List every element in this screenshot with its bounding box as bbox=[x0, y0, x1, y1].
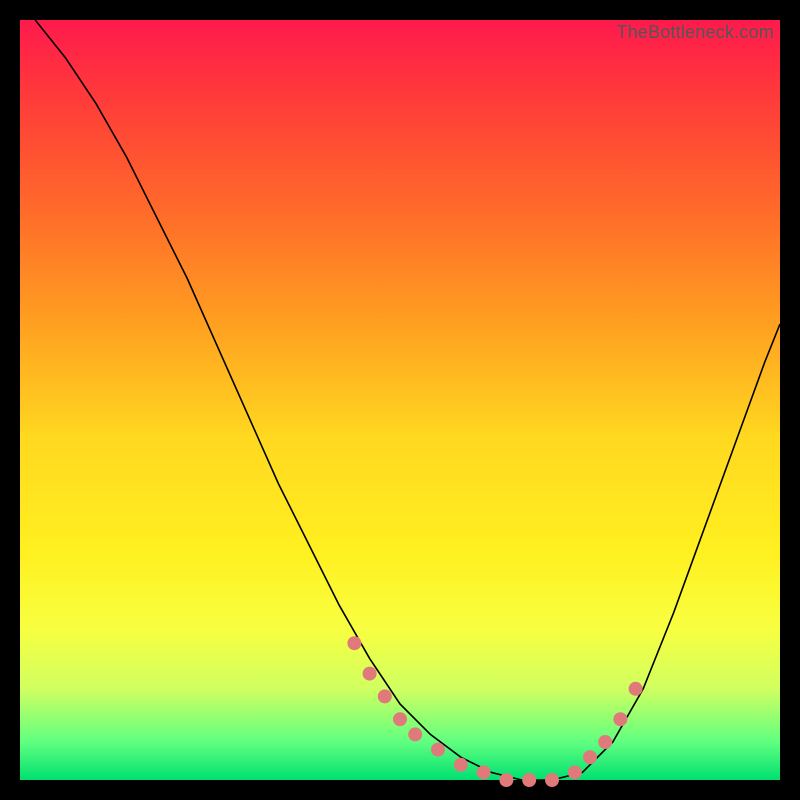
highlight-dot bbox=[522, 773, 536, 787]
highlight-dot bbox=[393, 712, 407, 726]
plot-area: TheBottleneck.com bbox=[20, 20, 780, 780]
highlight-dot bbox=[454, 758, 468, 772]
highlight-dot bbox=[568, 765, 582, 779]
chart-svg bbox=[20, 20, 780, 780]
highlight-dot bbox=[545, 773, 559, 787]
highlight-dot bbox=[477, 765, 491, 779]
highlight-dot bbox=[613, 712, 627, 726]
highlight-dot bbox=[583, 750, 597, 764]
bottleneck-curve bbox=[35, 20, 780, 780]
highlight-dots bbox=[347, 636, 642, 787]
highlight-dot bbox=[431, 743, 445, 757]
highlight-dot bbox=[408, 727, 422, 741]
highlight-dot bbox=[598, 735, 612, 749]
highlight-dot bbox=[347, 636, 361, 650]
highlight-dot bbox=[499, 773, 513, 787]
highlight-dot bbox=[629, 682, 643, 696]
highlight-dot bbox=[363, 667, 377, 681]
chart-frame: TheBottleneck.com bbox=[0, 0, 800, 800]
highlight-dot bbox=[378, 689, 392, 703]
